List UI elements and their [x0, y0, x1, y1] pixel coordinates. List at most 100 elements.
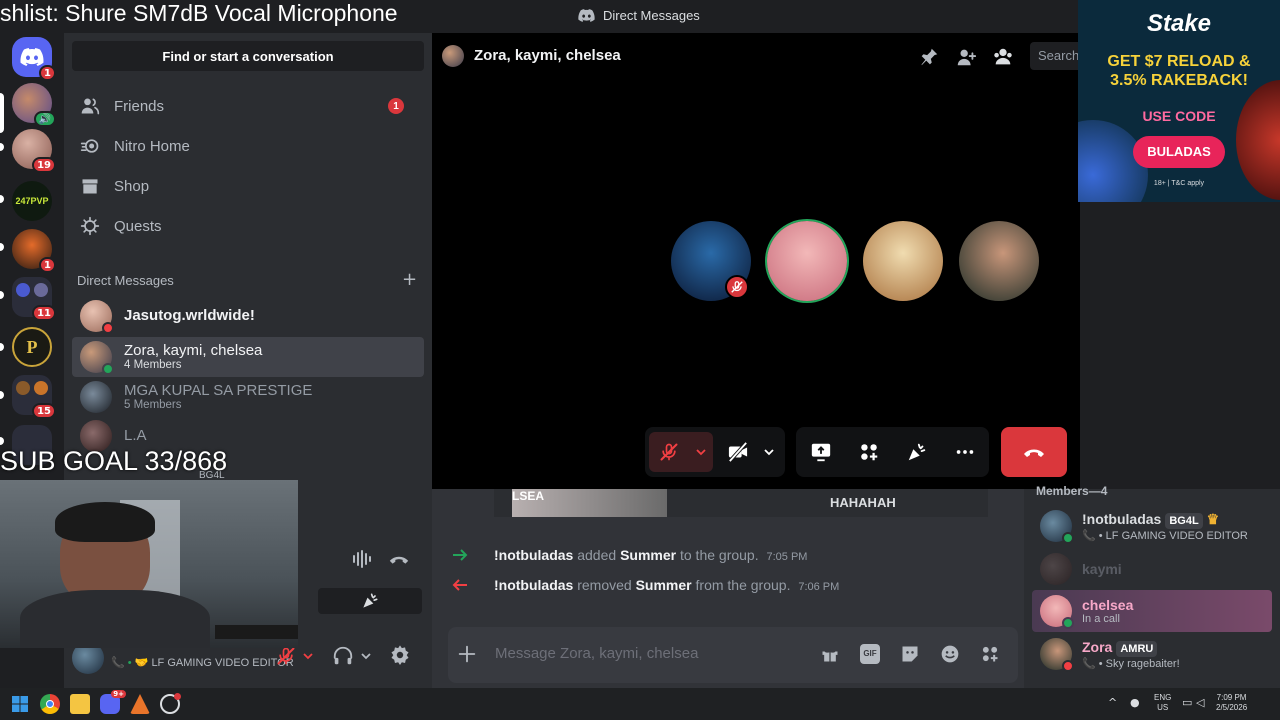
quests-icon	[80, 216, 100, 236]
member-item-offline[interactable]: kaymi	[1032, 548, 1272, 590]
activity-button[interactable]	[318, 588, 422, 614]
group-avatar	[80, 381, 112, 413]
image-attachment[interactable]: LSEA	[512, 489, 667, 517]
headphones-icon[interactable]	[332, 645, 354, 667]
camera-off-icon[interactable]	[727, 442, 749, 462]
mic-toggle-button[interactable]	[649, 432, 713, 472]
chrome-icon[interactable]	[40, 694, 60, 714]
unread-pill	[0, 343, 4, 351]
tray-mic-icon[interactable]: ●	[1130, 696, 1140, 709]
clock[interactable]: 7:09 PM 2/5/2026	[1216, 693, 1247, 713]
message-input[interactable]: Message Zora, kaymi, chelsea	[495, 645, 698, 662]
nav-label: Quests	[114, 217, 162, 235]
pin-icon[interactable]	[918, 46, 940, 68]
event-actor[interactable]: !notbuladas	[494, 547, 573, 563]
mic-muted-icon[interactable]	[276, 646, 296, 666]
folder-icon	[16, 283, 30, 297]
more-options-icon[interactable]	[954, 441, 976, 463]
dm-members: 5 Members	[124, 399, 182, 411]
taskbar: 9+ ^ ● ENG US ▭ ◁ 7:09 PM 2/5/2026	[0, 688, 1280, 720]
avatar	[80, 300, 114, 334]
friends-icon	[81, 98, 100, 115]
event-verb: added	[577, 547, 617, 563]
sponsor-ad[interactable]: Stake GET $7 RELOAD & 3.5% RAKEBACK! USE…	[1078, 0, 1280, 202]
chevron-down-icon[interactable]	[302, 650, 314, 662]
settings-gear-icon[interactable]	[389, 644, 411, 666]
ad-code-button[interactable]: BULADAS	[1133, 136, 1225, 168]
member-item[interactable]: !notbuladas BG4L ♛ 📞 • LF GAMING VIDEO ED…	[1032, 505, 1272, 547]
emoji-icon[interactable]	[940, 644, 960, 664]
chevron-down-icon[interactable]	[763, 446, 775, 458]
webcam-keyboard	[215, 625, 298, 639]
member-item-highlighted[interactable]: chelsea In a call	[1032, 590, 1272, 632]
window-title: Direct Messages	[578, 8, 700, 23]
app-icon[interactable]	[130, 694, 150, 714]
tray-chevron-icon[interactable]: ^	[1108, 696, 1117, 709]
member-status-text: Sky ragebaiter!	[1105, 657, 1180, 670]
volume-icon[interactable]: ◁	[1196, 696, 1204, 709]
activities-icon[interactable]	[858, 441, 880, 463]
gift-icon[interactable]	[820, 644, 840, 664]
nav-nitro-home[interactable]: Nitro Home	[72, 126, 424, 166]
participant-avatar[interactable]	[671, 221, 751, 301]
nav-shop[interactable]: Shop	[72, 166, 424, 206]
server-icon-2[interactable]: 19	[12, 129, 56, 173]
event-actor[interactable]: !notbuladas	[494, 577, 573, 593]
discord-home-button[interactable]: 1	[12, 37, 56, 81]
language-indicator[interactable]: ENG US	[1154, 693, 1171, 713]
dm-item-selected[interactable]: Zora, kaymi, chelsea 4 Members	[72, 337, 424, 377]
network-icon[interactable]: ▭	[1182, 696, 1192, 709]
server-icon-battlegrounds[interactable]: 1	[12, 229, 56, 273]
event-target[interactable]: Summer	[636, 577, 692, 593]
member-item[interactable]: Zora AMRU 📞 • Sky ragebaiter!	[1032, 633, 1272, 675]
online-status-icon	[102, 363, 114, 375]
member-list-icon[interactable]	[992, 46, 1014, 68]
avatar	[1040, 638, 1074, 672]
ad-headline: GET $7 RELOAD & 3.5% RAKEBACK!	[1078, 52, 1280, 90]
crown-icon: ♛	[1206, 510, 1220, 527]
sticker-icon[interactable]	[900, 644, 920, 664]
status-emoji-icon: 🤝	[134, 657, 152, 669]
nav-friends[interactable]: Friends 1	[72, 86, 424, 126]
disconnect-icon[interactable]	[388, 550, 410, 568]
add-friend-icon[interactable]	[955, 46, 977, 68]
group-avatar	[442, 45, 464, 67]
create-dm-plus-icon[interactable]: +	[402, 269, 417, 290]
member-name-text: Zora	[1082, 638, 1113, 655]
server-folder[interactable]: 11	[12, 277, 56, 321]
chevron-down-icon[interactable]	[360, 650, 372, 662]
unread-pill	[0, 195, 4, 203]
server-folder-2[interactable]: 15	[12, 375, 56, 419]
guild-tag[interactable]: AMRU	[1116, 640, 1158, 657]
gif-icon[interactable]: GIF	[860, 644, 880, 664]
app-icon-2[interactable]	[160, 693, 181, 714]
online-status-icon	[1062, 617, 1074, 629]
dm-item[interactable]: Jasutog.wrldwide!	[72, 297, 424, 335]
find-conversation-button[interactable]: Find or start a conversation	[72, 41, 424, 71]
event-target[interactable]: Summer	[620, 547, 676, 563]
server-icon-voice[interactable]: 🔊	[12, 83, 56, 127]
disconnect-call-button[interactable]	[1001, 427, 1067, 477]
member-list-header: Members—4	[1036, 484, 1108, 498]
share-screen-icon[interactable]	[810, 441, 832, 463]
server-icon-p[interactable]: P	[12, 327, 52, 367]
member-status: In a call	[1082, 613, 1120, 625]
apps-icon[interactable]	[980, 644, 1000, 664]
dm-item[interactable]: MGA KUPAL SA PRESTIGE 5 Members	[72, 377, 424, 417]
attach-plus-icon[interactable]	[456, 643, 478, 665]
webcam-overlay	[0, 480, 298, 648]
participant-avatar[interactable]	[863, 221, 943, 301]
windows-start-icon[interactable]	[12, 696, 28, 712]
server-icon-247pvp[interactable]: 247PVP	[12, 181, 52, 221]
participant-avatar-speaking[interactable]	[767, 221, 847, 301]
guild-tag[interactable]: BG4L	[1165, 512, 1203, 529]
unread-pill	[0, 243, 4, 251]
file-explorer-icon[interactable]	[70, 694, 90, 714]
discord-taskbar-icon[interactable]: 9+	[100, 690, 126, 714]
soundboard-icon[interactable]	[906, 441, 928, 463]
nav-quests[interactable]: Quests	[72, 206, 424, 246]
soundboard-wave-icon[interactable]	[352, 550, 374, 568]
dm-section-header: Direct Messages	[77, 273, 174, 288]
ad-brand: Stake	[1146, 10, 1212, 37]
participant-avatar[interactable]	[959, 221, 1039, 301]
